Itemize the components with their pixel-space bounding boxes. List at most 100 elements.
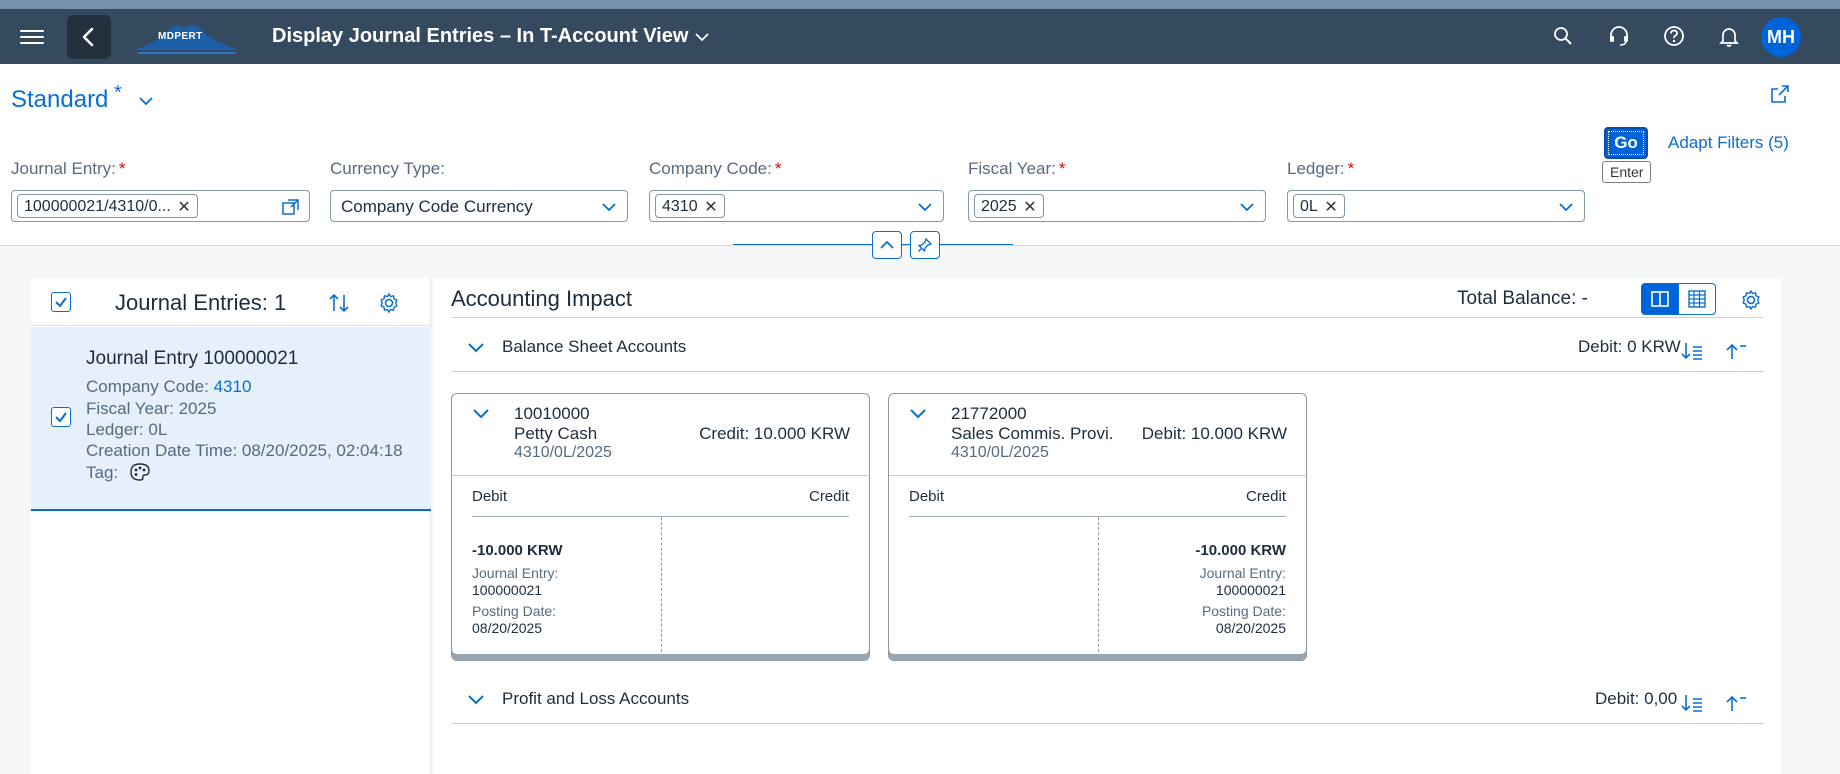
filter-token[interactable]: 0L ✕ [1293,194,1345,218]
chevron-down-icon[interactable] [467,694,485,706]
collapse-header-icon [880,240,894,249]
list-item-fiscal-year: Fiscal Year: 2025 [86,399,217,418]
value-help-icon[interactable] [281,197,301,217]
palette-icon[interactable] [129,462,151,482]
chevron-down-icon[interactable] [467,342,485,354]
ledger-input[interactable]: 0L ✕ [1287,190,1585,222]
app-title[interactable]: Display Journal Entries – In T-Account V… [272,25,688,48]
account-number: 21772000 [951,404,1027,423]
credit-header: Credit [808,488,849,505]
go-tooltip: Enter [1602,161,1652,183]
avatar[interactable]: MH [1761,17,1801,57]
filter-label: Fiscal Year: * [968,159,1066,178]
back-icon [82,27,94,47]
entry-amount: -10.000 KRW [472,542,563,559]
collapse-header-button[interactable] [872,231,902,259]
chevron-down-icon[interactable] [472,408,490,420]
debit-header: Debit [909,488,945,505]
account-subtitle: 4310/0L/2025 [951,444,1049,461]
select-all-checkbox[interactable] [51,292,71,312]
help-icon[interactable] [1661,23,1687,49]
account-number: 10010000 [514,404,590,423]
grid-view-icon [1688,290,1706,308]
top-strip [0,0,1840,9]
section-debit: Debit: 0,00 [1595,689,1678,708]
logo-text: MDPERT [158,31,203,42]
entry-pd-label: Posting Date: [472,603,557,619]
account-balance: Debit: 10.000 KRW [1141,424,1287,443]
journal-entries-title: Journal Entries: 1 [115,290,287,315]
total-balance: Total Balance: - [1457,288,1588,309]
chevron-down-icon[interactable] [138,95,154,107]
filter-token[interactable]: 100000021/4310/0... ✕ [17,194,198,218]
fiscal-year-input[interactable]: 2025 ✕ [968,190,1266,222]
grid-view-button[interactable] [1678,283,1716,315]
sort-descending-icon[interactable] [1680,692,1704,714]
t-account-entry[interactable]: -10.000 KRW Journal Entry: 100000021 Pos… [472,542,563,637]
filter-fiscal-year: Fiscal Year: * 2025 ✕ [968,159,1266,222]
search-icon[interactable] [1550,23,1576,49]
entry-je-label: Journal Entry: [472,565,559,581]
menu-icon[interactable] [20,26,44,46]
split-view-button[interactable] [1641,283,1679,315]
entry-pd-value: 08/20/2025 [472,620,543,636]
account-name: Petty Cash [514,424,598,443]
headset-icon[interactable] [1606,23,1632,49]
journal-entry-input[interactable]: 100000021/4310/0... ✕ [11,190,310,222]
collapse-all-icon[interactable] [1724,692,1748,714]
remove-token-icon[interactable]: ✕ [1324,197,1337,217]
chevron-down-icon[interactable] [917,201,933,213]
balance-sheet-section-header: Balance Sheet Accounts Debit: 0 KRW [451,326,1763,370]
pin-header-button[interactable] [910,231,940,259]
entry-je-label: Journal Entry: [1199,565,1286,581]
filter-journal-entry: Journal Entry: * 100000021/4310/0... ✕ [11,159,310,222]
chevron-down-icon[interactable] [1239,201,1255,213]
filter-token[interactable]: 4310 ✕ [655,194,725,218]
currency-type-select[interactable]: Company Code Currency [330,190,628,222]
divider [451,317,1763,318]
profit-loss-section-header: Profit and Loss Accounts Debit: 0,00 [451,676,1763,720]
list-item-tag: Tag: [86,462,151,483]
list-item[interactable]: Journal Entry 100000021 Company Code: 43… [31,327,431,511]
filter-label: Ledger: * [1287,159,1355,178]
entry-je-value: 100000021 [1215,582,1286,598]
divider [889,475,1306,476]
accounting-impact-panel: Accounting Impact Total Balance: - Balan… [433,278,1781,774]
t-account-entry[interactable]: -10.000 KRW Journal Entry: 100000021 Pos… [1195,542,1286,637]
sort-descending-icon[interactable] [1680,340,1704,362]
remove-token-icon[interactable]: ✕ [177,197,190,217]
split-view-icon [1651,291,1669,307]
t-account-card[interactable]: 10010000 Petty Cash 4310/0L/2025 Credit:… [451,393,870,661]
company-code-link[interactable]: 4310 [214,377,252,396]
chevron-down-icon[interactable] [1558,201,1574,213]
adapt-filters-button[interactable]: Adapt Filters (5) [1668,133,1789,153]
t-account-card[interactable]: 21772000 Sales Commis. Provi. 4310/0L/20… [888,393,1307,661]
variant-name[interactable]: Standard [11,86,108,114]
list-item-creation-date: Creation Date Time: 08/20/2025, 02:04:18 [86,441,403,460]
filter-token[interactable]: 2025 ✕ [974,194,1044,218]
company-code-input[interactable]: 4310 ✕ [649,190,944,222]
settings-icon[interactable] [1739,288,1763,312]
chevron-down-icon[interactable] [694,31,710,43]
account-subtitle: 4310/0L/2025 [514,444,612,461]
back-button[interactable] [67,15,111,59]
chevron-down-icon[interactable] [601,201,617,213]
share-icon[interactable] [1768,82,1792,106]
remove-token-icon[interactable]: ✕ [1023,197,1036,217]
divider [451,371,1763,372]
sort-icon[interactable] [327,291,351,315]
debit-header: Debit [472,488,508,505]
t-account-vertical-line [660,517,662,652]
filter-label: Company Code: * [649,159,782,178]
settings-icon[interactable] [377,291,401,315]
pin-icon [917,237,933,253]
divider [452,475,869,476]
entry-amount: -10.000 KRW [1195,542,1286,559]
list-item-checkbox[interactable] [51,407,71,427]
remove-token-icon[interactable]: ✕ [704,197,717,217]
collapse-all-icon[interactable] [1724,340,1748,362]
bell-icon[interactable] [1716,23,1742,49]
chevron-down-icon[interactable] [909,408,927,420]
go-button[interactable]: Go [1604,127,1648,159]
journal-entries-header: Journal Entries: 1 [31,278,431,326]
